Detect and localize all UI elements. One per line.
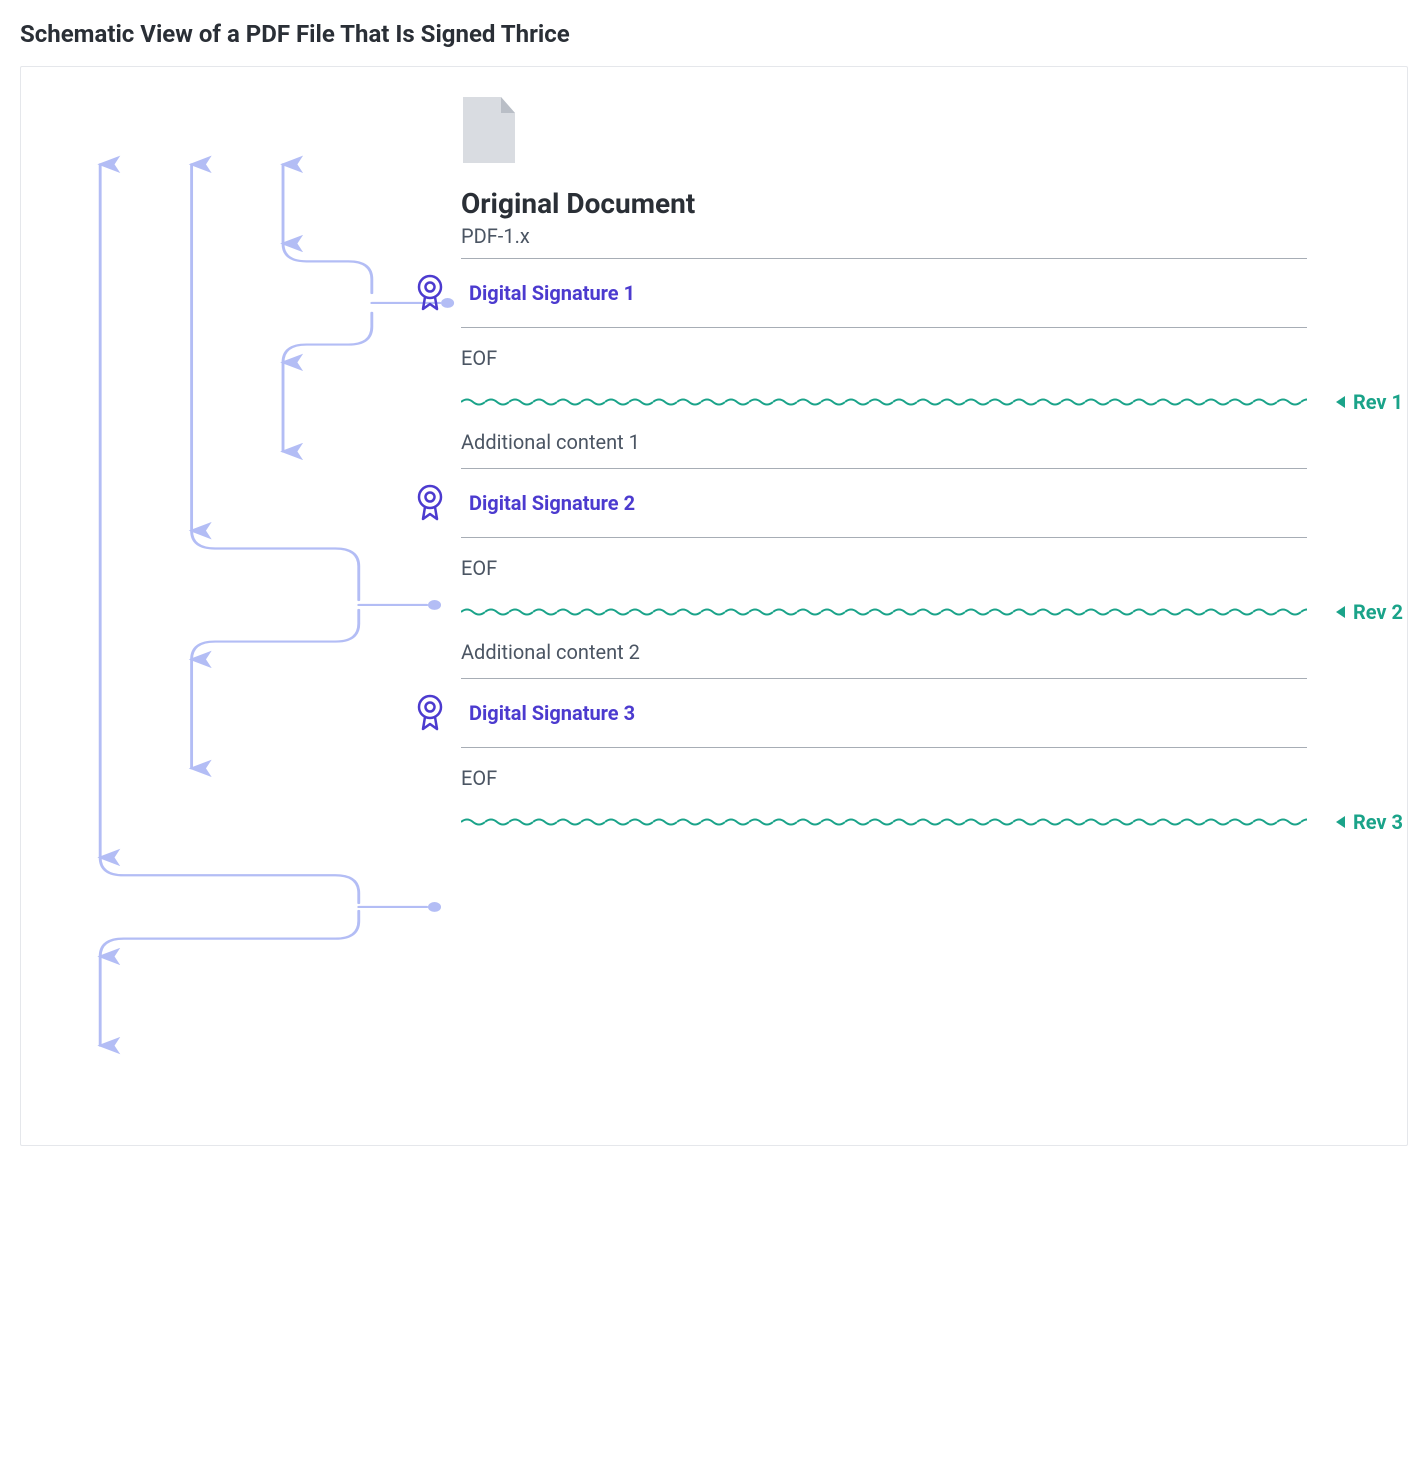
revision-1: Rev 1 xyxy=(461,384,1307,406)
diagram-frame: Original Document PDF-1.x Digital Signat… xyxy=(20,66,1408,1146)
eof-1-label: EOF xyxy=(461,328,1307,384)
revision-divider xyxy=(461,818,1307,826)
signature-badge-icon xyxy=(413,483,447,523)
revision-2-label: Rev 2 xyxy=(1336,600,1403,624)
document-header: Original Document PDF-1.x xyxy=(461,95,1307,248)
content-column: Original Document PDF-1.x Digital Signat… xyxy=(461,95,1307,832)
revision-3-label: Rev 3 xyxy=(1336,810,1403,834)
document-version: PDF-1.x xyxy=(461,224,1307,248)
additional-content-2-label: Additional content 2 xyxy=(461,622,1307,678)
signature-2-label: Digital Signature 2 xyxy=(469,491,635,515)
signature-row-1: Digital Signature 1 xyxy=(461,259,1307,327)
revision-divider xyxy=(461,398,1307,406)
page-title: Schematic View of a PDF File That Is Sig… xyxy=(20,20,1408,48)
document-title: Original Document xyxy=(461,187,1307,220)
signature-row-2: Digital Signature 2 xyxy=(461,469,1307,537)
revision-2: Rev 2 xyxy=(461,594,1307,616)
revision-1-label: Rev 1 xyxy=(1336,390,1403,414)
signature-badge-icon xyxy=(413,693,447,733)
signature-3-label: Digital Signature 3 xyxy=(469,701,635,725)
additional-content-1-label: Additional content 1 xyxy=(461,412,1307,468)
signature-1-label: Digital Signature 1 xyxy=(469,281,635,305)
revision-3: Rev 3 xyxy=(461,804,1307,826)
signature-row-3: Digital Signature 3 xyxy=(461,679,1307,747)
eof-2-label: EOF xyxy=(461,538,1307,594)
revision-divider xyxy=(461,608,1307,616)
eof-3-label: EOF xyxy=(461,748,1307,804)
diagram: Original Document PDF-1.x Digital Signat… xyxy=(61,95,1367,1105)
signature-badge-icon xyxy=(413,273,447,313)
